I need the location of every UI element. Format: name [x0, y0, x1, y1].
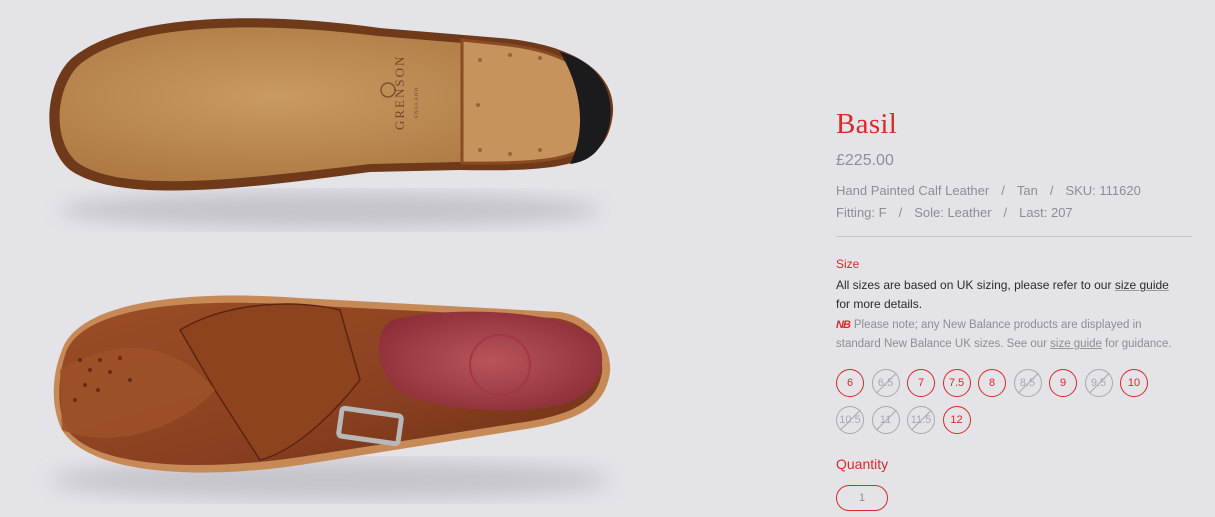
product-gallery: GRENSON ENGLAND: [0, 0, 660, 517]
size-option-8-5: 8.5: [1013, 369, 1042, 397]
size-option-6[interactable]: 6: [836, 369, 864, 397]
size-option-9-5: 9.5: [1084, 369, 1113, 397]
shoe-sole-image[interactable]: GRENSON ENGLAND: [0, 0, 660, 240]
sole-brand-substamp: ENGLAND: [415, 87, 420, 118]
size-note: All sizes are based on UK sizing, please…: [836, 278, 1169, 311]
sole-text: Sole: Leather: [914, 205, 992, 220]
divider: [836, 236, 1192, 237]
product-price: £225.00: [836, 152, 894, 169]
size-option-10[interactable]: 10: [1120, 369, 1148, 397]
colour-text: Tan: [1016, 183, 1038, 198]
sole-brand-stamp: GRENSON: [392, 55, 407, 130]
new-balance-note: NB Please note; any New Balance products …: [836, 316, 1176, 354]
product-meta-line-1: Hand Painted Calf Leather / Tan / SKU: 11162…: [836, 183, 1141, 198]
last-text: Last: 207: [1019, 205, 1073, 220]
size-selector: 6 6.5 7 7.5 8 8.5 9 9.5 10 10.5 11 11.5 12: [836, 369, 1166, 443]
quantity-input[interactable]: 1: [836, 485, 888, 511]
size-option-7[interactable]: 7: [907, 369, 935, 397]
material-text: Hand Painted Calf Leather: [836, 183, 990, 198]
size-option-10-5: 10.5: [836, 406, 864, 434]
size-label: Size: [836, 257, 860, 271]
size-option-6-5: 6.5: [871, 369, 900, 397]
shoe-upper-image[interactable]: [0, 260, 660, 517]
quantity-label: Quantity: [836, 456, 889, 472]
product-meta-line-2: Fitting: F / Sole: Leather / Last: 207: [836, 205, 1073, 220]
nb-size-guide-link[interactable]: size guide: [1050, 338, 1102, 350]
size-option-12[interactable]: 12: [942, 406, 971, 434]
size-guide-link[interactable]: size guide: [1115, 278, 1169, 292]
fitting-text: Fitting: F: [836, 205, 887, 220]
product-title: Basil: [836, 108, 898, 140]
size-option-7-5[interactable]: 7.5: [942, 369, 971, 397]
new-balance-logo-icon: NB: [836, 319, 851, 331]
sku-text: SKU: 111620: [1065, 183, 1141, 198]
size-option-8[interactable]: 8: [978, 369, 1006, 397]
size-option-11-5: 11.5: [907, 406, 935, 434]
size-option-11: 11: [871, 406, 900, 434]
size-option-9[interactable]: 9: [1049, 369, 1077, 397]
